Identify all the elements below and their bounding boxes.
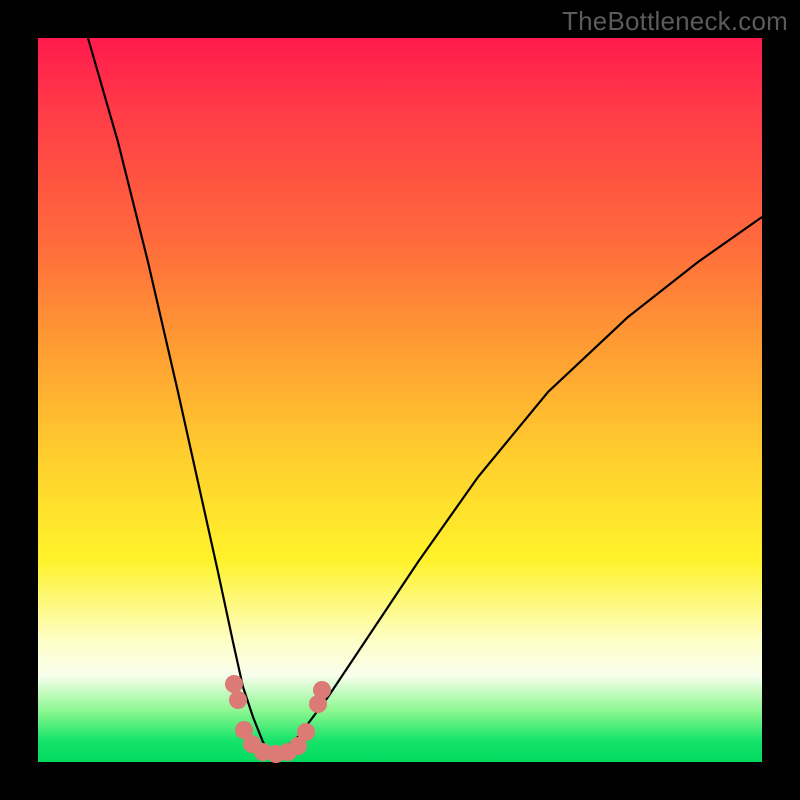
right-curve (273, 217, 762, 757)
marker-dot (225, 675, 243, 693)
watermark-text: TheBottleneck.com (562, 6, 788, 37)
chart-frame: TheBottleneck.com (0, 0, 800, 800)
chart-svg (38, 38, 762, 762)
marker-dot (297, 723, 315, 741)
marker-dot (313, 681, 331, 699)
left-curve (88, 38, 273, 757)
marker-group (225, 675, 331, 763)
marker-dot (229, 691, 247, 709)
